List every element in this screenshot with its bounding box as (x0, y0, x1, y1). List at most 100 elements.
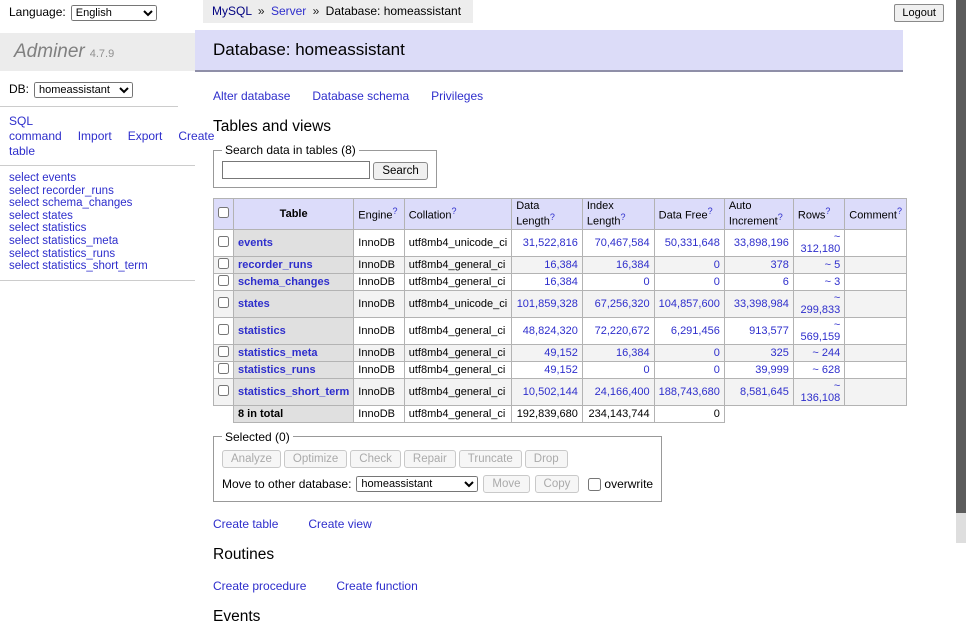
create-table-link[interactable]: Create table (213, 517, 278, 531)
data-free-link[interactable]: 50,331,648 (665, 237, 720, 249)
data-free-link[interactable]: 0 (714, 347, 720, 359)
move-db-select[interactable]: homeassistant (356, 476, 478, 492)
index-length-link[interactable]: 72,220,672 (595, 325, 650, 337)
data-free-link[interactable]: 188,743,680 (659, 386, 720, 398)
breadcrumb-server-link[interactable]: Server (271, 4, 306, 18)
column-header: Data Free? (654, 199, 724, 230)
rows-count-link[interactable]: ~ 3 (825, 276, 841, 288)
data-length-link[interactable]: 16,384 (544, 276, 578, 288)
row-select-checkbox[interactable] (218, 385, 229, 396)
data-free-link[interactable]: 6,291,456 (671, 325, 720, 337)
rows-count-link[interactable]: ~ 312,180 (800, 231, 840, 255)
rows-count-link[interactable]: ~ 136,108 (800, 380, 840, 404)
auto-increment-link[interactable]: 8,581,645 (740, 386, 789, 398)
auto-increment-link[interactable]: 378 (771, 259, 789, 271)
row-select-checkbox[interactable] (218, 275, 229, 286)
select-table-link[interactable]: select statistics_short_term (9, 260, 148, 272)
create-function-link[interactable]: Create function (336, 579, 417, 593)
table-link[interactable]: statistics_short_term (238, 386, 349, 398)
index-length-link[interactable]: 67,256,320 (595, 298, 650, 310)
row-select-checkbox[interactable] (218, 297, 229, 308)
table-link[interactable]: statistics_runs (238, 364, 316, 376)
select-all-checkbox[interactable] (218, 207, 229, 218)
breadcrumb-mysql-link[interactable]: MySQL (212, 4, 252, 18)
data-free-link[interactable]: 0 (714, 276, 720, 288)
select-table-link[interactable]: select schema_changes (9, 197, 132, 209)
index-length-link[interactable]: 0 (644, 276, 650, 288)
select-table-link[interactable]: select events (9, 172, 76, 184)
privileges-link[interactable]: Privileges (431, 89, 483, 103)
select-table-link[interactable]: select states (9, 210, 73, 222)
data-free-link[interactable]: 104,857,600 (659, 298, 720, 310)
database-schema-link[interactable]: Database schema (312, 89, 409, 103)
data-length-link[interactable]: 48,824,320 (523, 325, 578, 337)
index-length-link[interactable]: 24,166,400 (595, 386, 650, 398)
scrollbar-thumb[interactable] (956, 0, 966, 513)
sidebar-import-link[interactable]: Import (78, 129, 112, 143)
data-length-link[interactable]: 16,384 (544, 259, 578, 271)
overwrite-checkbox[interactable] (588, 478, 601, 491)
table-link[interactable]: events (238, 237, 273, 249)
sidebar-export-link[interactable]: Export (128, 129, 163, 143)
total-collation-cell: utf8mb4_general_ci (404, 405, 511, 422)
data-length-link[interactable]: 49,152 (544, 364, 578, 376)
alter-database-link[interactable]: Alter database (213, 89, 290, 103)
row-select-checkbox[interactable] (218, 324, 229, 335)
table-name-cell: states (234, 290, 354, 317)
db-select[interactable]: homeassistant (34, 82, 133, 98)
data-length-link[interactable]: 49,152 (544, 347, 578, 359)
rows-count-link[interactable]: ~ 5 (825, 259, 841, 271)
row-select-checkbox[interactable] (218, 258, 229, 269)
search-input[interactable] (222, 161, 370, 179)
column-header: Data Length? (512, 199, 583, 230)
select-table-link[interactable]: select statistics_runs (9, 248, 115, 260)
data-free-link[interactable]: 0 (714, 364, 720, 376)
auto-increment-link[interactable]: 6 (783, 276, 789, 288)
column-help-link[interactable]: ? (621, 212, 626, 222)
column-help-link[interactable]: ? (708, 206, 713, 216)
table-link[interactable]: recorder_runs (238, 259, 313, 271)
rows-count-link[interactable]: ~ 244 (812, 347, 840, 359)
column-help-link[interactable]: ? (393, 206, 398, 216)
data-free-cell: 0 (654, 256, 724, 273)
auto-increment-link[interactable]: 33,398,984 (734, 298, 789, 310)
column-help-link[interactable]: ? (550, 212, 555, 222)
index-length-link[interactable]: 70,467,584 (595, 237, 650, 249)
column-help-link[interactable]: ? (778, 212, 783, 222)
table-link[interactable]: statistics (238, 325, 286, 337)
data-length-link[interactable]: 31,522,816 (523, 237, 578, 249)
sidebar-sql-command-link[interactable]: SQL command (9, 114, 62, 143)
table-link[interactable]: schema_changes (238, 276, 330, 288)
rows-count-link[interactable]: ~ 569,159 (800, 319, 840, 343)
rows-count-link[interactable]: ~ 299,833 (800, 292, 840, 316)
select-table-link[interactable]: select recorder_runs (9, 185, 114, 197)
row-select-checkbox[interactable] (218, 346, 229, 357)
data-length-link[interactable]: 101,859,328 (517, 298, 578, 310)
index-length-link[interactable]: 16,384 (616, 347, 650, 359)
create-view-link[interactable]: Create view (308, 517, 371, 531)
page-scrollbar[interactable] (956, 0, 966, 543)
row-select-checkbox[interactable] (218, 363, 229, 374)
select-table-link[interactable]: select statistics (9, 222, 86, 234)
data-free-link[interactable]: 0 (714, 259, 720, 271)
column-header-label: Data Free (659, 210, 708, 222)
index-length-link[interactable]: 0 (644, 364, 650, 376)
sidebar-table-item: select statistics_short_term (9, 260, 195, 273)
index-length-link[interactable]: 16,384 (616, 259, 650, 271)
column-help-link[interactable]: ? (452, 206, 457, 216)
data-length-link[interactable]: 10,502,144 (523, 386, 578, 398)
rows-count-link[interactable]: ~ 628 (812, 364, 840, 376)
column-help-link[interactable]: ? (825, 206, 830, 216)
search-button[interactable]: Search (373, 162, 427, 180)
row-select-checkbox[interactable] (218, 236, 229, 247)
column-help-link[interactable]: ? (897, 206, 902, 216)
auto-increment-link[interactable]: 913,577 (749, 325, 789, 337)
auto-increment-link[interactable]: 325 (771, 347, 789, 359)
create-procedure-link[interactable]: Create procedure (213, 579, 306, 593)
table-link[interactable]: states (238, 298, 270, 310)
select-table-link[interactable]: select statistics_meta (9, 235, 118, 247)
data-free-cell: 50,331,648 (654, 229, 724, 256)
auto-increment-link[interactable]: 39,999 (755, 364, 789, 376)
auto-increment-link[interactable]: 33,898,196 (734, 237, 789, 249)
table-link[interactable]: statistics_meta (238, 347, 318, 359)
